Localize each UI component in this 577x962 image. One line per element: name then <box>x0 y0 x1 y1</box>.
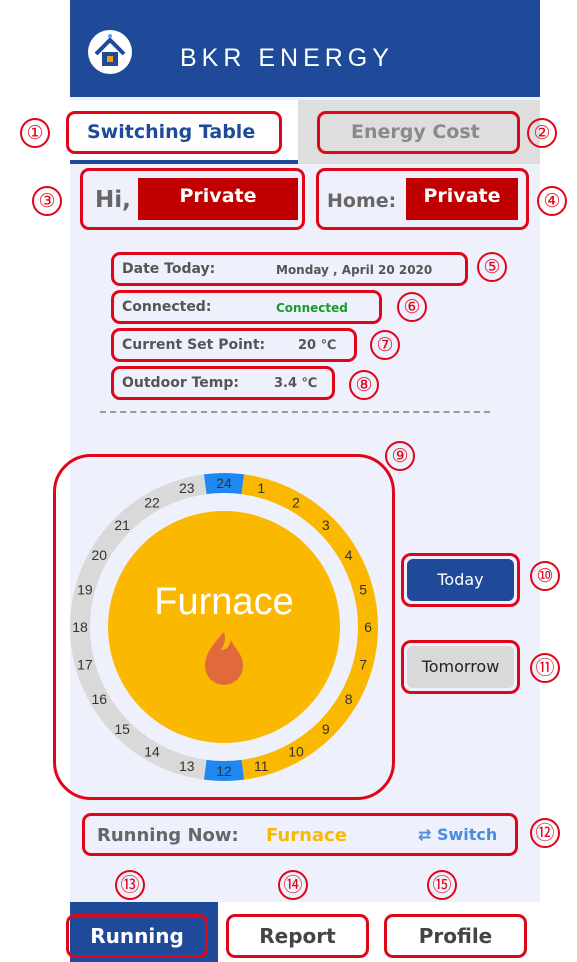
user-name: Private <box>138 178 298 220</box>
hour-label-3: 3 <box>322 517 330 533</box>
hour-label-13: 13 <box>179 758 195 774</box>
outdoor-value: 3.4 ℃ <box>274 376 318 391</box>
hour-label-15: 15 <box>114 721 130 737</box>
hour-label-9: 9 <box>322 721 330 737</box>
running-now-bar: Running Now: Furnace ⇄ Switch <box>82 813 518 856</box>
divider <box>100 411 490 413</box>
setpoint-value: 20 ℃ <box>298 338 337 353</box>
hour-label-23: 23 <box>179 480 195 496</box>
hour-label-11: 11 <box>254 758 269 774</box>
tab-energy-cost-label: Energy Cost <box>351 121 480 143</box>
hour-label-16: 16 <box>92 691 108 707</box>
nav-running[interactable]: Running <box>66 914 208 958</box>
home-label: Home: <box>327 190 397 212</box>
marker-4: ④ <box>537 186 567 216</box>
nav-profile[interactable]: Profile <box>384 914 527 958</box>
marker-8: ⑧ <box>349 370 379 400</box>
switch-link[interactable]: ⇄ Switch <box>418 825 497 844</box>
marker-1: ① <box>20 118 50 148</box>
tab-switching-table[interactable]: Switching Table <box>66 111 282 154</box>
hour-label-8: 8 <box>345 691 353 707</box>
hour-label-14: 14 <box>144 744 160 760</box>
marker-7: ⑦ <box>370 330 400 360</box>
switch-arrows-icon: ⇄ <box>418 825 432 844</box>
running-now-label: Running Now: <box>97 825 239 846</box>
hour-label-24: 24 <box>216 475 232 491</box>
hour-label-12: 12 <box>216 763 232 779</box>
hour-label-19: 19 <box>77 582 93 598</box>
schedule-dial[interactable]: 24 1234567891011121314151617181920212223 … <box>53 454 395 800</box>
connected-row: Connected: Connected <box>111 290 382 324</box>
greeting-home: Home: Private <box>316 168 529 230</box>
hour-label-18: 18 <box>72 619 88 635</box>
connected-label: Connected: <box>122 299 212 315</box>
hour-label-1: 1 <box>257 480 265 496</box>
switch-label: Switch <box>436 825 498 844</box>
setpoint-row: Current Set Point: 20 ℃ <box>111 328 357 362</box>
furnace-center-label: Furnace <box>154 581 293 623</box>
brand-logo-icon <box>88 30 132 74</box>
tab-switching-table-label: Switching Table <box>87 121 256 143</box>
marker-9: ⑨ <box>385 441 415 471</box>
greeting-hi: Hi, <box>95 187 131 213</box>
date-row: Date Today: Monday , April 20 2020 <box>111 252 468 286</box>
hour-label-21: 21 <box>114 517 130 533</box>
tomorrow-button-frame[interactable]: Tomorrow <box>401 640 520 694</box>
hour-label-5: 5 <box>359 582 367 598</box>
marker-14: ⑭ <box>278 870 308 900</box>
tomorrow-button[interactable]: Tomorrow <box>407 646 514 688</box>
outdoor-label: Outdoor Temp: <box>122 375 239 391</box>
connected-status: Connected <box>276 301 348 315</box>
hour-label-20: 20 <box>92 547 108 563</box>
tab-energy-cost[interactable]: Energy Cost <box>317 111 520 154</box>
marker-3: ③ <box>32 186 62 216</box>
marker-10: ⑩ <box>530 561 560 591</box>
date-label: Date Today: <box>122 261 216 277</box>
nav-report[interactable]: Report <box>226 914 369 958</box>
hour-label-2: 2 <box>292 494 300 510</box>
marker-5: ⑤ <box>477 252 507 282</box>
hour-label-10: 10 <box>288 744 304 760</box>
brand-title: BKR ENERGY <box>180 44 394 72</box>
marker-11: ⑪ <box>530 653 560 683</box>
hour-label-4: 4 <box>345 547 353 563</box>
marker-13: ⑬ <box>115 870 145 900</box>
running-now-value: Furnace <box>266 825 347 846</box>
marker-2: ② <box>527 118 557 148</box>
hour-label-6: 6 <box>364 619 372 635</box>
greeting-user: Hi, Private <box>80 168 305 230</box>
home-name: Private <box>406 178 518 220</box>
marker-12: ⑫ <box>530 818 560 848</box>
marker-6: ⑥ <box>397 292 427 322</box>
today-button[interactable]: Today <box>407 559 514 601</box>
outdoor-row: Outdoor Temp: 3.4 ℃ <box>111 366 335 400</box>
date-value: Monday , April 20 2020 <box>276 263 433 277</box>
hour-label-17: 17 <box>77 656 93 672</box>
setpoint-label: Current Set Point: <box>122 337 266 353</box>
today-button-frame[interactable]: Today <box>401 553 520 607</box>
hour-label-22: 22 <box>144 494 160 510</box>
furnace-center-circle <box>108 511 340 743</box>
hour-label-7: 7 <box>359 656 367 672</box>
marker-15: ⑮ <box>427 870 457 900</box>
